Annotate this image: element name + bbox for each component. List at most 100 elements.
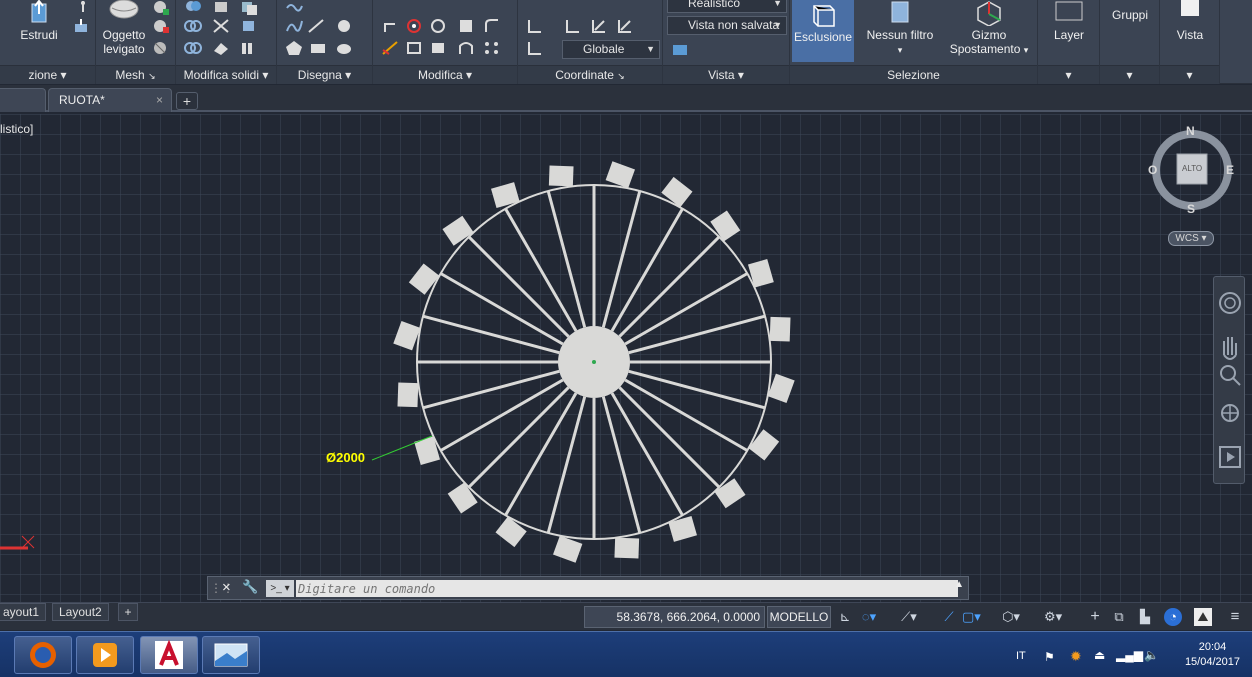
- wrench-icon[interactable]: 🔧: [242, 579, 258, 595]
- wheel-spoke[interactable]: [467, 235, 570, 338]
- usb-icon[interactable]: ⏏: [1094, 648, 1105, 662]
- scale-icon[interactable]: [405, 40, 423, 56]
- array-icon[interactable]: [483, 40, 501, 56]
- spline-icon[interactable]: [285, 18, 303, 34]
- visual-style-dropdown[interactable]: Realistico ▼: [667, 0, 787, 13]
- panel-title-creazione[interactable]: zione ▾: [0, 65, 95, 84]
- wheel-paddle[interactable]: [397, 382, 419, 408]
- wheel-spoke[interactable]: [504, 392, 578, 517]
- panel-title-disegna[interactable]: Disegna ▾: [277, 65, 372, 84]
- wheel-drawing[interactable]: Ø2000: [0, 114, 1252, 604]
- wheel-spoke[interactable]: [610, 392, 684, 517]
- mesh-crease-icon[interactable]: [152, 40, 170, 56]
- ucs-x-icon[interactable]: [590, 18, 608, 34]
- wheel-paddle[interactable]: [661, 176, 693, 208]
- close-icon[interactable]: ×: [222, 579, 231, 596]
- model-space-button[interactable]: MODELLO: [767, 606, 831, 628]
- customize-menu-icon[interactable]: ≡: [1226, 608, 1244, 626]
- wheel-paddle[interactable]: [767, 373, 795, 403]
- wheel-paddle[interactable]: [447, 482, 478, 514]
- photos-taskbar-button[interactable]: [202, 636, 260, 674]
- ucs-z-icon[interactable]: [616, 18, 634, 34]
- viewcube-north[interactable]: N: [1186, 124, 1195, 138]
- union-icon[interactable]: [184, 0, 202, 16]
- ellipse-icon[interactable]: [335, 40, 353, 56]
- fillet-icon[interactable]: [381, 18, 399, 34]
- panel-title-modifica-solidi[interactable]: Modifica solidi ▾: [176, 65, 276, 84]
- chamfer-icon[interactable]: [483, 18, 501, 34]
- subtract-icon[interactable]: [184, 18, 202, 34]
- wheel-spoke[interactable]: [546, 396, 587, 534]
- wheel-paddle[interactable]: [769, 316, 791, 342]
- gizmo-spostamento-button[interactable]: Gizmo Spostamento ▾: [946, 0, 1032, 57]
- polyline-icon[interactable]: [285, 0, 303, 16]
- panel-title-vista-big[interactable]: ▾: [1160, 65, 1219, 84]
- new-tab-button[interactable]: +: [176, 92, 198, 110]
- wcs-menu[interactable]: WCS ▾: [1168, 231, 1214, 246]
- esclusione-button[interactable]: Esclusione: [792, 0, 854, 62]
- sweep-icon[interactable]: [74, 0, 92, 16]
- circle-icon[interactable]: [335, 18, 353, 34]
- new-layout-button[interactable]: +: [118, 603, 138, 621]
- coordinate-readout[interactable]: 58.3678, 666.2064, 0.0000: [584, 606, 765, 628]
- wheel-paddle[interactable]: [442, 215, 474, 246]
- close-icon[interactable]: ×: [156, 89, 163, 111]
- rectangle-icon[interactable]: [309, 40, 327, 56]
- wheel-spoke[interactable]: [546, 190, 587, 328]
- viewport-config-icon[interactable]: [671, 42, 689, 58]
- join-icon[interactable]: [457, 40, 475, 56]
- hardware-acceleration-icon[interactable]: ▙: [1136, 608, 1154, 626]
- osnap-icon[interactable]: ▢▾: [962, 608, 981, 626]
- tab-ruota[interactable]: RUOTA* ×: [48, 88, 172, 112]
- wheel-spoke[interactable]: [628, 314, 766, 355]
- wheel-paddle[interactable]: [553, 535, 583, 563]
- wheel-paddle[interactable]: [605, 161, 635, 189]
- workspace-gear-icon[interactable]: ⚙▾: [1044, 608, 1062, 626]
- wheel-paddle[interactable]: [393, 321, 421, 351]
- system-clock[interactable]: 20:04 15/04/2017: [1185, 640, 1240, 670]
- wheel-paddle[interactable]: [614, 537, 640, 559]
- trim-icon[interactable]: [381, 40, 399, 56]
- panel-title-coordinate[interactable]: Coordinate ↘: [518, 65, 662, 84]
- viewcube[interactable]: N S E O ALTO: [1146, 122, 1238, 222]
- stretch-icon[interactable]: [429, 40, 447, 56]
- wheel-spoke[interactable]: [601, 396, 642, 534]
- thicken-icon[interactable]: [212, 40, 230, 56]
- wheel-spoke[interactable]: [422, 314, 560, 355]
- saved-view-dropdown[interactable]: Vista non salvata ▼: [667, 16, 787, 35]
- pan-icon[interactable]: [1223, 337, 1237, 360]
- wheel-center-point[interactable]: [592, 360, 596, 364]
- snap-icon[interactable]: ◌▾: [860, 608, 878, 626]
- panel-title-modifica[interactable]: Modifica ▾: [373, 65, 517, 84]
- clean-screen-icon[interactable]: ◔: [1164, 608, 1182, 626]
- interfere-icon[interactable]: [240, 0, 258, 16]
- steering-wheel-icon[interactable]: [1219, 292, 1241, 314]
- coordinate-system-dropdown[interactable]: Globale ▼: [562, 40, 660, 59]
- panel-title-layer[interactable]: ▾: [1038, 65, 1099, 84]
- wheel-paddle[interactable]: [714, 478, 746, 509]
- wheel-paddle[interactable]: [408, 263, 440, 295]
- mesh-refine-icon[interactable]: [152, 18, 170, 34]
- wheel-spoke[interactable]: [628, 369, 766, 410]
- isodraft-icon[interactable]: ⟋: [940, 608, 958, 626]
- gruppi-button[interactable]: Gruppi: [1104, 8, 1156, 22]
- network-icon[interactable]: ▂▄▆: [1116, 648, 1143, 662]
- autocad-taskbar-button[interactable]: [140, 636, 198, 674]
- wheel-spoke[interactable]: [504, 207, 578, 332]
- copy-icon[interactable]: [429, 18, 447, 34]
- wheel-paddle[interactable]: [495, 516, 527, 548]
- wheel-spoke[interactable]: [601, 190, 642, 328]
- tab-layout2[interactable]: Layout2: [52, 603, 109, 621]
- image-icon[interactable]: ⛰: [1194, 608, 1212, 626]
- wheel-paddle[interactable]: [748, 429, 780, 461]
- estrudi-button[interactable]: Estrudi: [16, 0, 62, 42]
- annotation-plus-icon[interactable]: +: [1086, 608, 1104, 626]
- wheel-paddle[interactable]: [548, 165, 574, 187]
- wheel-spoke[interactable]: [618, 386, 721, 489]
- oggetto-levigato-button[interactable]: Oggetto levigato: [98, 0, 150, 56]
- ucs-origin-icon[interactable]: [526, 40, 544, 56]
- vista-button[interactable]: Vista: [1164, 0, 1216, 42]
- panel-title-gruppi[interactable]: ▾: [1100, 65, 1159, 84]
- flag-icon[interactable]: ⚑: [1044, 650, 1055, 664]
- isolate-objects-icon[interactable]: ⧉: [1110, 608, 1128, 626]
